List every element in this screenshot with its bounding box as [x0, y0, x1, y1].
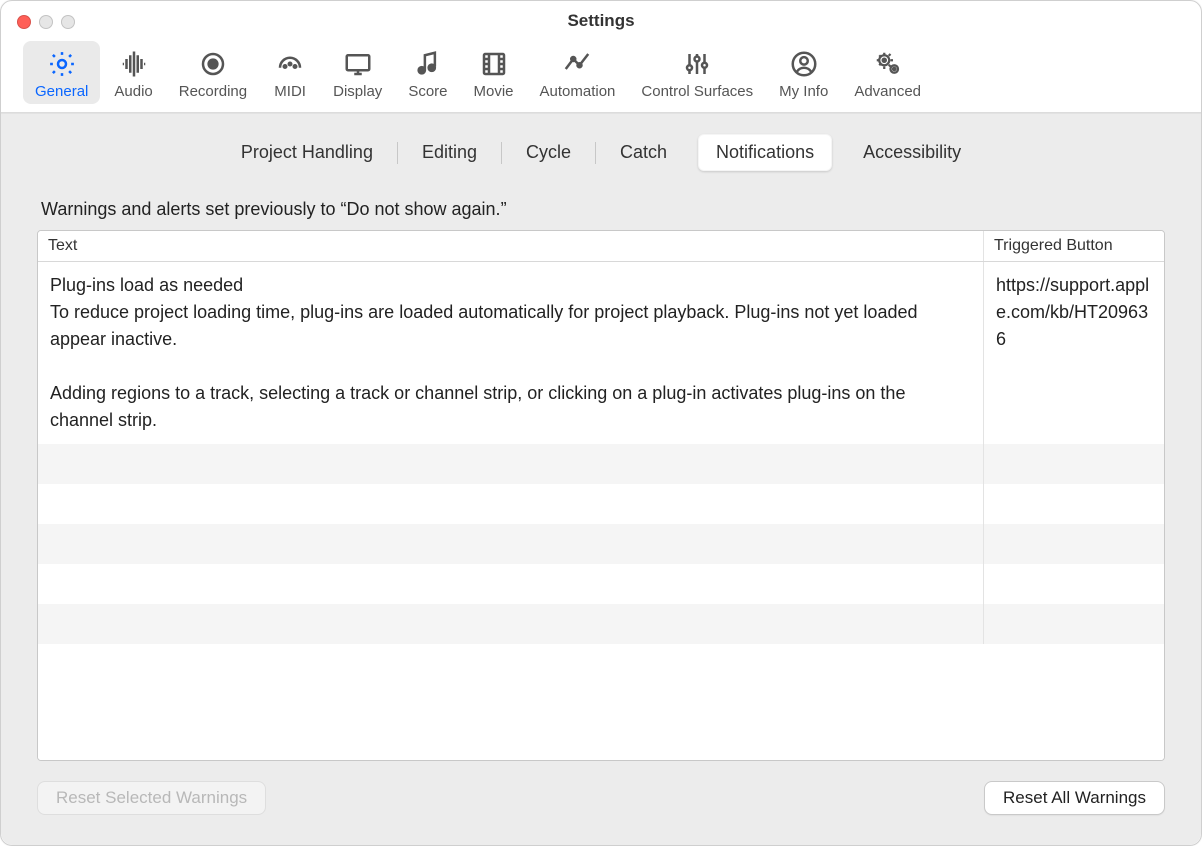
- tab-bar: Project Handling Editing Cycle Catch Not…: [31, 134, 1171, 171]
- cell-text: [38, 484, 984, 524]
- cell-text: [38, 604, 984, 644]
- midi-icon: [273, 47, 307, 81]
- table-row[interactable]: [38, 564, 1164, 604]
- cell-triggered: [984, 564, 1164, 604]
- waveform-icon: [117, 47, 151, 81]
- tab-accessibility[interactable]: Accessibility: [845, 134, 979, 171]
- divider: [501, 142, 502, 164]
- table-row[interactable]: Plug-ins load as needed To reduce projec…: [38, 262, 1164, 444]
- gear-icon: [45, 47, 79, 81]
- column-header-triggered[interactable]: Triggered Button: [984, 231, 1164, 261]
- tab-project-handling[interactable]: Project Handling: [223, 134, 391, 171]
- cell-triggered: [984, 444, 1164, 484]
- toolbar-item-myinfo[interactable]: My Info: [767, 41, 840, 104]
- toolbar-item-general[interactable]: General: [23, 41, 100, 104]
- toolbar-item-advanced[interactable]: Advanced: [842, 41, 933, 104]
- zoom-icon[interactable]: [61, 15, 75, 29]
- divider: [397, 142, 398, 164]
- toolbar-item-score[interactable]: Score: [396, 41, 459, 104]
- reset-all-button[interactable]: Reset All Warnings: [984, 781, 1165, 815]
- window-controls: [17, 15, 75, 29]
- cell-text: [38, 564, 984, 604]
- toolbar-item-label: Automation: [540, 83, 616, 100]
- table-row[interactable]: [38, 444, 1164, 484]
- toolbar-item-label: Control Surfaces: [641, 83, 753, 100]
- table-row[interactable]: [38, 524, 1164, 564]
- close-icon[interactable]: [17, 15, 31, 29]
- toolbar-item-movie[interactable]: Movie: [462, 41, 526, 104]
- column-header-text[interactable]: Text: [38, 231, 984, 261]
- automation-icon: [560, 47, 594, 81]
- cell-text: [38, 524, 984, 564]
- toolbar-item-label: Recording: [179, 83, 247, 100]
- gears-icon: [871, 47, 905, 81]
- score-icon: [411, 47, 445, 81]
- toolbar-item-label: Movie: [474, 83, 514, 100]
- table-row[interactable]: [38, 484, 1164, 524]
- tab-catch[interactable]: Catch: [602, 134, 685, 171]
- toolbar-item-label: Display: [333, 83, 382, 100]
- film-icon: [477, 47, 511, 81]
- warnings-table: Text Triggered Button Plug-ins load as n…: [37, 230, 1165, 761]
- cell-triggered: [984, 484, 1164, 524]
- cell-triggered: [984, 604, 1164, 644]
- toolbar-item-label: MIDI: [274, 83, 306, 100]
- settings-window: Settings General Audio: [0, 0, 1202, 846]
- toolbar-item-label: General: [35, 83, 88, 100]
- toolbar-item-display[interactable]: Display: [321, 41, 394, 104]
- sliders-icon: [680, 47, 714, 81]
- divider: [595, 142, 596, 164]
- titlebar: Settings: [1, 1, 1201, 41]
- table-header: Text Triggered Button: [38, 231, 1164, 262]
- tab-notifications[interactable]: Notifications: [698, 134, 832, 171]
- cell-text: Plug-ins load as needed To reduce projec…: [38, 262, 984, 444]
- toolbar-item-surfaces[interactable]: Control Surfaces: [629, 41, 765, 104]
- toolbar-item-label: Audio: [114, 83, 152, 100]
- table-body[interactable]: Plug-ins load as needed To reduce projec…: [38, 262, 1164, 760]
- content-pane: Project Handling Editing Cycle Catch Not…: [1, 113, 1201, 845]
- tab-editing[interactable]: Editing: [404, 134, 495, 171]
- description-text: Warnings and alerts set previously to “D…: [41, 199, 1161, 220]
- reset-selected-button[interactable]: Reset Selected Warnings: [37, 781, 266, 815]
- record-icon: [196, 47, 230, 81]
- cell-triggered: https://support.apple.com/kb/HT209636: [984, 262, 1164, 444]
- minimize-icon[interactable]: [39, 15, 53, 29]
- toolbar: General Audio Recording: [1, 41, 1201, 113]
- cell-triggered: [984, 524, 1164, 564]
- window-title: Settings: [15, 11, 1187, 31]
- cell-text: [38, 444, 984, 484]
- tab-cycle[interactable]: Cycle: [508, 134, 589, 171]
- display-icon: [341, 47, 375, 81]
- toolbar-item-label: Score: [408, 83, 447, 100]
- toolbar-item-label: Advanced: [854, 83, 921, 100]
- person-icon: [787, 47, 821, 81]
- toolbar-item-recording[interactable]: Recording: [167, 41, 259, 104]
- toolbar-item-automation[interactable]: Automation: [528, 41, 628, 104]
- footer: Reset Selected Warnings Reset All Warnin…: [37, 781, 1165, 815]
- toolbar-item-midi[interactable]: MIDI: [261, 41, 319, 104]
- toolbar-item-audio[interactable]: Audio: [102, 41, 164, 104]
- table-row[interactable]: [38, 604, 1164, 644]
- toolbar-item-label: My Info: [779, 83, 828, 100]
